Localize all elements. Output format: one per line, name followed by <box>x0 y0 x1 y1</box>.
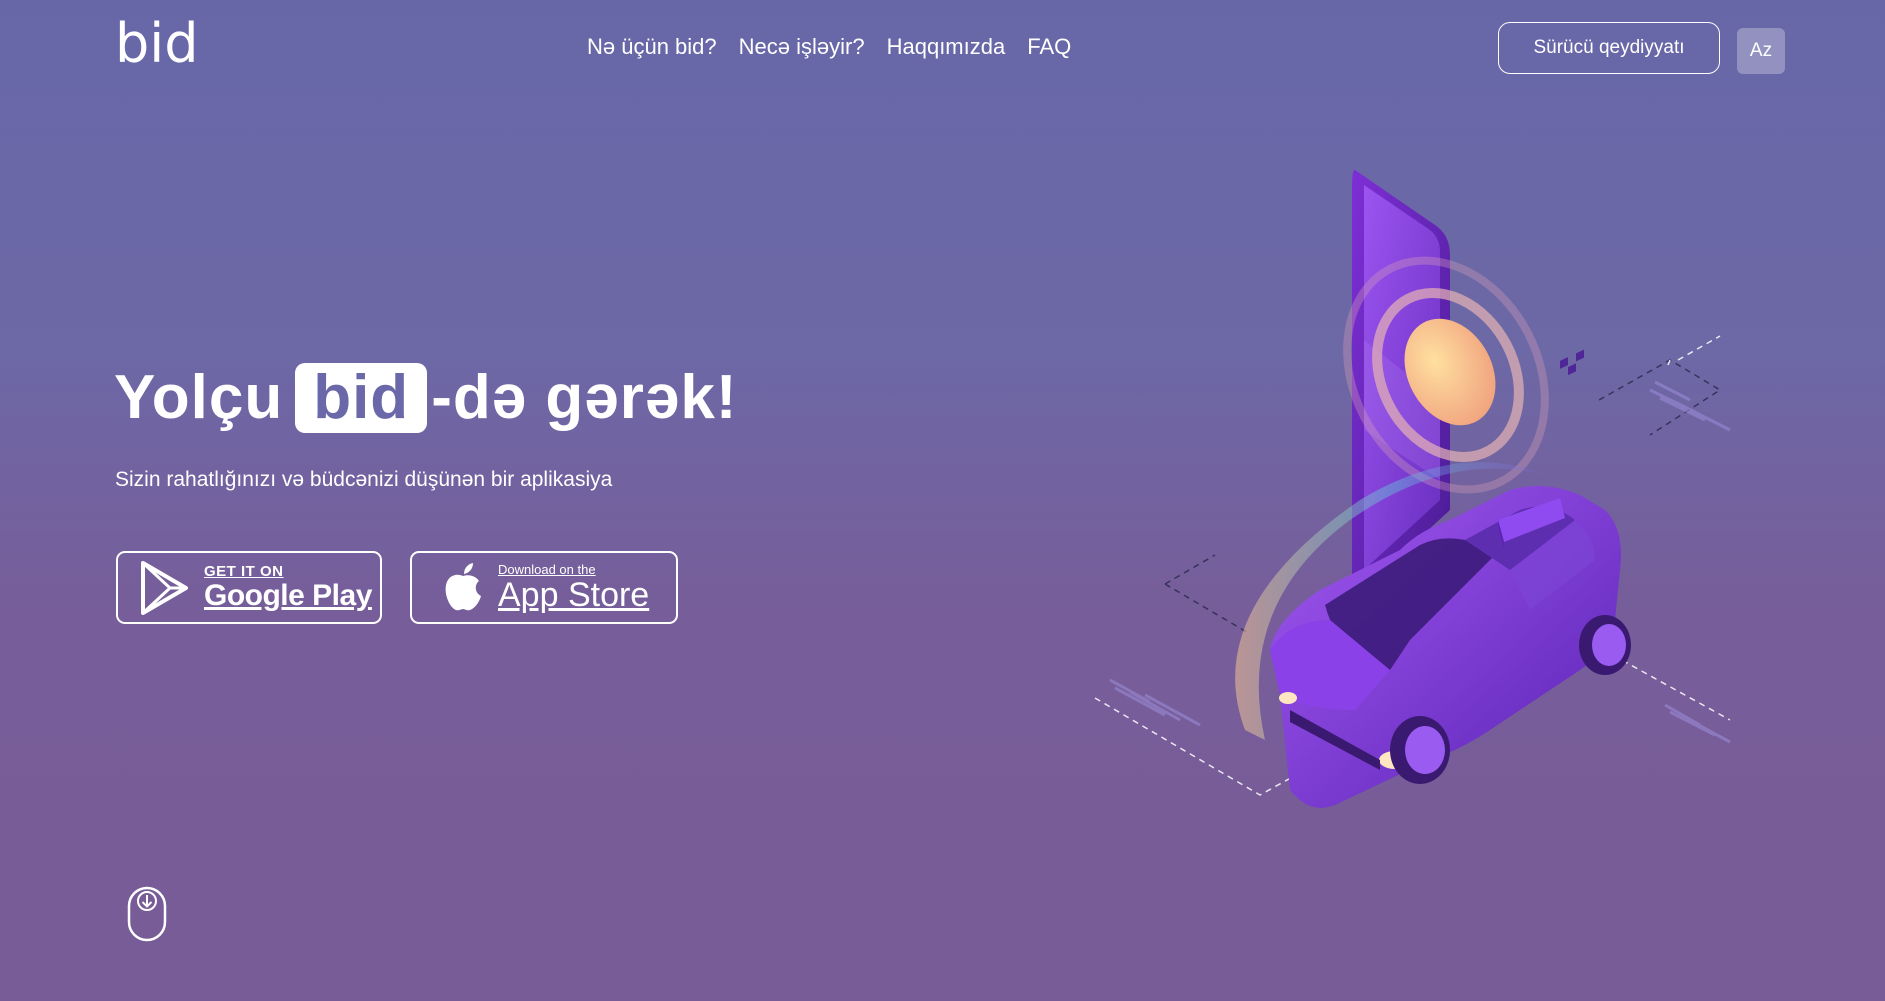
logo[interactable]: bid <box>115 20 207 70</box>
google-play-button[interactable]: GET IT ON Google Play <box>116 551 382 624</box>
mouse-scroll-icon[interactable] <box>127 886 167 942</box>
play-store-icon <box>141 560 188 615</box>
nav-why-bid[interactable]: Nə üçün bid? <box>587 34 717 60</box>
nav-faq[interactable]: FAQ <box>1027 34 1071 60</box>
google-play-big: Google Play <box>204 579 372 612</box>
phone-taxi-illustration <box>1094 169 1731 808</box>
hero-title-highlight: bid <box>295 362 428 433</box>
nav-about[interactable]: Haqqımızda <box>887 34 1006 60</box>
hero-title-after: -də gərək! <box>431 363 738 432</box>
apple-icon <box>445 562 481 610</box>
hero-title: Yolçu bid -də gərək! <box>114 362 738 433</box>
google-play-small: GET IT ON <box>204 563 284 580</box>
nav-how-it-works[interactable]: Necə işləyir? <box>739 34 865 60</box>
logo-text: bid <box>115 20 199 70</box>
app-store-small: Download on the <box>498 562 596 577</box>
app-store-button[interactable]: Download on the App Store <box>410 551 678 624</box>
hero-title-before: Yolçu <box>114 363 284 432</box>
hero-subtitle: Sizin rahatlığınızı və büdcənizi düşünən… <box>115 468 613 491</box>
app-store-big: App Store <box>498 576 650 614</box>
main-nav: Nə üçün bid? Necə işləyir? Haqqımızda FA… <box>587 34 1071 60</box>
language-selector[interactable]: Az <box>1737 28 1785 74</box>
driver-registration-button[interactable]: Sürücü qeydiyyatı <box>1498 22 1720 74</box>
